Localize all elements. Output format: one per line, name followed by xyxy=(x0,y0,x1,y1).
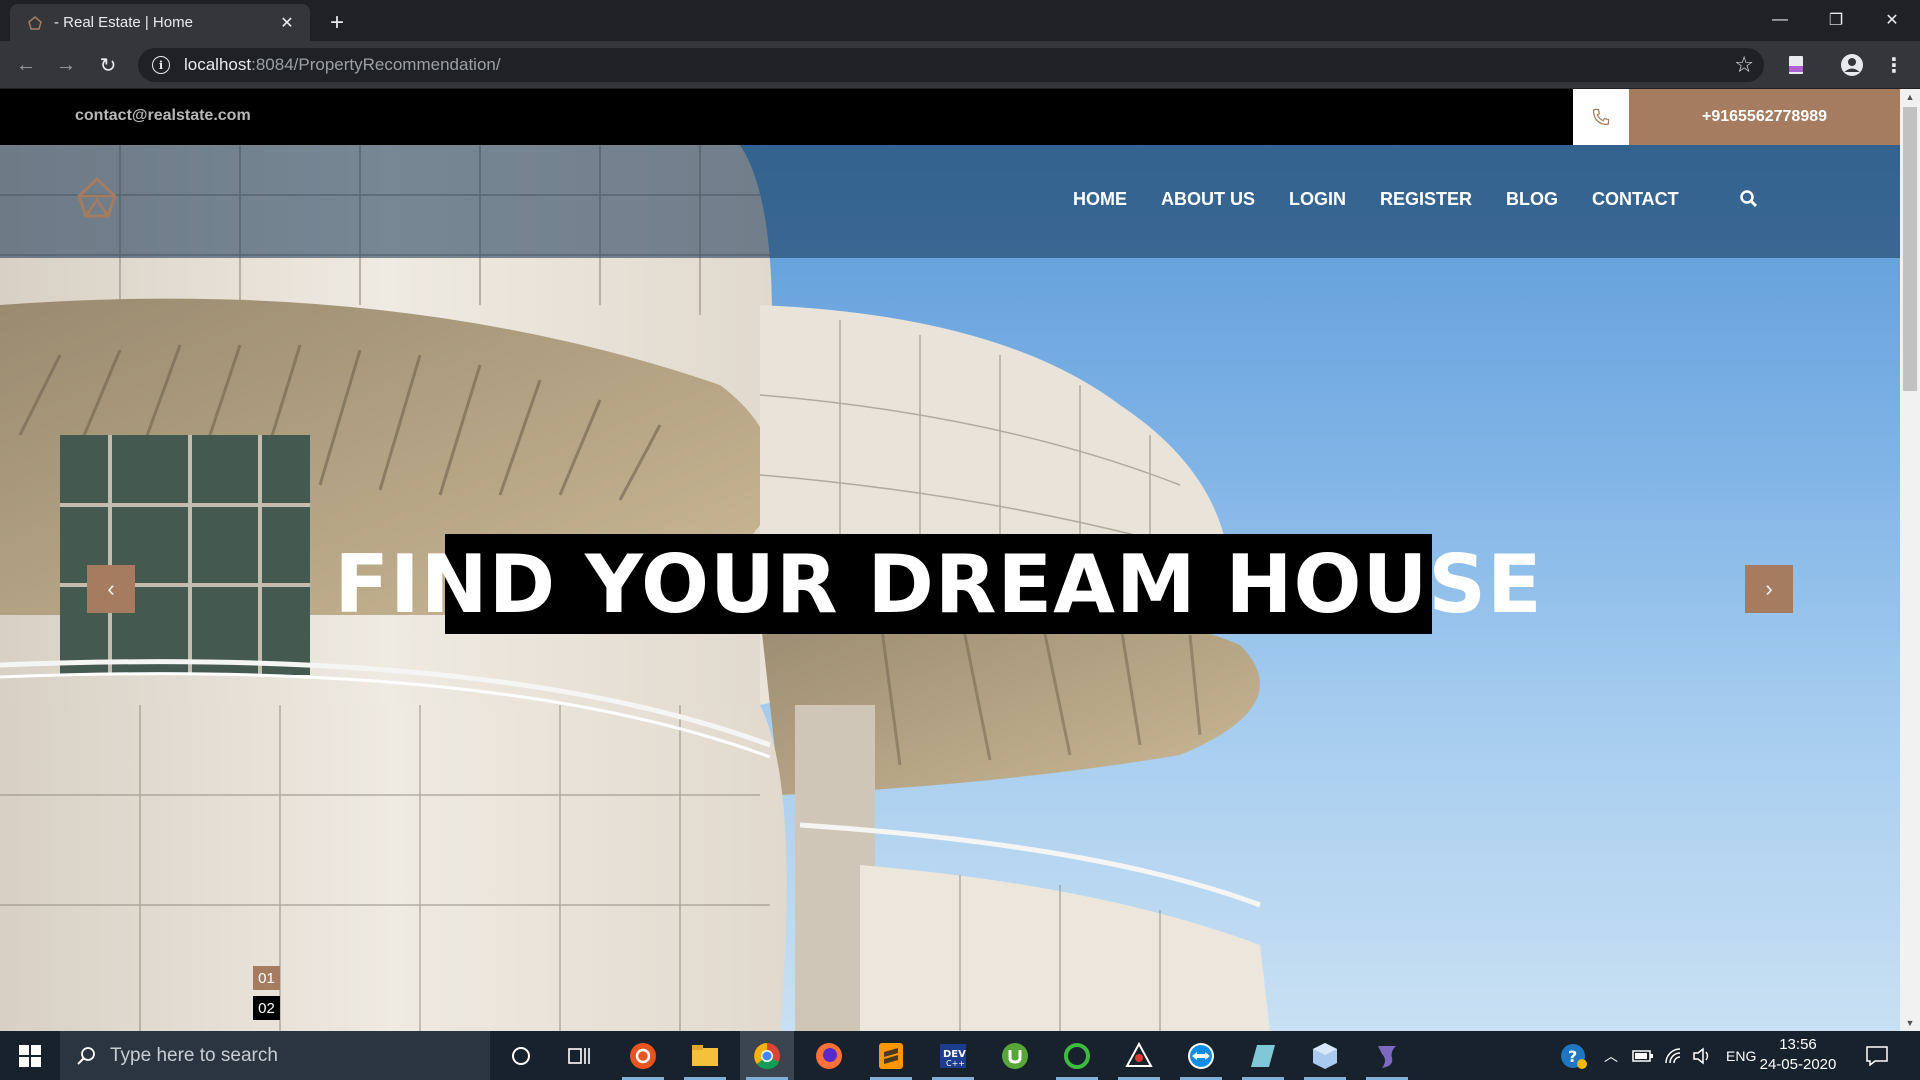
eraser-app-icon[interactable] xyxy=(1236,1031,1290,1080)
search-icon[interactable] xyxy=(1739,189,1759,209)
language-indicator[interactable]: ENG xyxy=(1726,1031,1756,1080)
firefox-app-icon[interactable] xyxy=(802,1031,856,1080)
windows-start-button[interactable] xyxy=(0,1031,60,1080)
windows-taskbar: Type here to search DEV C++ ? ︿ ENG 13:5… xyxy=(0,1031,1920,1080)
site-logo-icon[interactable] xyxy=(75,176,119,220)
taskbar-search-placeholder: Type here to search xyxy=(110,1044,278,1066)
tab-title: - Real Estate | Home xyxy=(54,14,193,31)
main-navbar: HOME ABOUT US LOGIN REGISTER BLOG CONTAC… xyxy=(0,145,1900,258)
slider-prev-button[interactable]: ‹ xyxy=(87,565,135,613)
taskbar-search-box[interactable]: Type here to search xyxy=(60,1031,490,1080)
browser-toolbar: ← → ↻ i localhost:8084/PropertyRecommend… xyxy=(0,41,1920,89)
scroll-down-arrow-icon[interactable]: ▼ xyxy=(1900,1015,1920,1031)
cortana-icon[interactable] xyxy=(494,1031,548,1080)
notifications-icon[interactable] xyxy=(1866,1031,1888,1080)
url-host: localhost xyxy=(184,55,252,74)
page-viewport: contact@realstate.com +9165562778989 HOM… xyxy=(0,89,1900,1031)
hero-title: FIND YOUR DREAM HOUSE xyxy=(334,534,1542,634)
page-scrollbar[interactable]: ▲ ▼ xyxy=(1900,89,1920,1031)
nav-login[interactable]: LOGIN xyxy=(1289,189,1346,210)
clock-date: 24-05-2020 xyxy=(1759,1056,1837,1073)
phone-number[interactable]: +9165562778989 xyxy=(1629,89,1900,145)
minimize-button[interactable]: — xyxy=(1752,0,1808,40)
close-tab-icon[interactable]: ✕ xyxy=(276,12,298,34)
pdf-extension-icon[interactable] xyxy=(1782,51,1810,79)
phone-icon xyxy=(1573,89,1629,145)
eclipse-app-icon[interactable] xyxy=(1360,1031,1414,1080)
restore-button[interactable]: ❐ xyxy=(1808,0,1864,40)
svg-text:C++: C++ xyxy=(946,1059,965,1068)
teamviewer-icon[interactable] xyxy=(1174,1031,1228,1080)
nav-about-us[interactable]: ABOUT US xyxy=(1161,189,1255,210)
new-tab-button[interactable]: + xyxy=(322,8,352,38)
chrome-app-icon[interactable] xyxy=(740,1031,794,1080)
sublime-text-icon[interactable] xyxy=(864,1031,918,1080)
file-explorer-icon[interactable] xyxy=(678,1031,732,1080)
help-tray-icon[interactable]: ? xyxy=(1560,1031,1588,1080)
taskbar-clock[interactable]: 13:56 24-05-2020 xyxy=(1758,1035,1838,1075)
url-path: :8084/PropertyRecommendation/ xyxy=(251,55,501,74)
nav-menu: HOME ABOUT US LOGIN REGISTER BLOG CONTAC… xyxy=(1073,189,1713,210)
svg-text:?: ? xyxy=(1568,1047,1577,1066)
slider-next-button[interactable]: › xyxy=(1745,565,1793,613)
address-bar[interactable]: i localhost:8084/PropertyRecommendation/… xyxy=(138,48,1764,82)
volume-icon[interactable] xyxy=(1692,1031,1714,1080)
nav-home[interactable]: HOME xyxy=(1073,189,1127,210)
reload-button[interactable]: ↻ xyxy=(94,51,122,79)
contact-email[interactable]: contact@realstate.com xyxy=(75,107,251,125)
utorrent-icon[interactable] xyxy=(988,1031,1042,1080)
ubuntu-app-icon[interactable] xyxy=(616,1031,670,1080)
scrollbar-thumb[interactable] xyxy=(1903,107,1917,391)
nav-register[interactable]: REGISTER xyxy=(1380,189,1472,210)
slider-pager-02[interactable]: 02 xyxy=(253,996,280,1020)
dev-cpp-icon[interactable]: DEV C++ xyxy=(926,1031,980,1080)
wifi-icon[interactable] xyxy=(1664,1031,1684,1080)
close-window-button[interactable]: ✕ xyxy=(1864,0,1920,40)
profile-avatar-icon[interactable] xyxy=(1838,51,1866,79)
scroll-up-arrow-icon[interactable]: ▲ xyxy=(1900,89,1920,105)
taskbar-search-icon xyxy=(77,1046,95,1065)
show-hidden-icons-chevron-icon[interactable]: ︿ xyxy=(1604,1031,1618,1080)
bookmark-star-icon[interactable]: ☆ xyxy=(1734,52,1754,78)
network-app-icon[interactable] xyxy=(1112,1031,1166,1080)
slider-pager-01[interactable]: 01 xyxy=(253,966,280,990)
back-button[interactable]: ← xyxy=(12,51,40,79)
browser-tab-active[interactable]: - Real Estate | Home ✕ xyxy=(10,4,310,41)
forward-button[interactable]: → xyxy=(52,51,80,79)
virtualbox-icon[interactable] xyxy=(1298,1031,1352,1080)
windows-logo-icon xyxy=(19,1044,41,1067)
site-info-icon[interactable]: i xyxy=(152,56,170,74)
task-view-icon[interactable] xyxy=(552,1031,606,1080)
battery-icon[interactable] xyxy=(1632,1031,1654,1080)
clock-time: 13:56 xyxy=(1779,1036,1817,1053)
home-favicon-icon xyxy=(26,14,44,32)
nav-contact[interactable]: CONTACT xyxy=(1592,189,1679,210)
browser-menu-icon[interactable]: ⋮ xyxy=(1880,51,1908,79)
nav-blog[interactable]: BLOG xyxy=(1506,189,1558,210)
contact-top-bar: contact@realstate.com +9165562778989 xyxy=(0,89,1900,145)
green-circle-app-icon[interactable] xyxy=(1050,1031,1104,1080)
browser-tab-strip: - Real Estate | Home ✕ + — ❐ ✕ xyxy=(0,0,1920,41)
